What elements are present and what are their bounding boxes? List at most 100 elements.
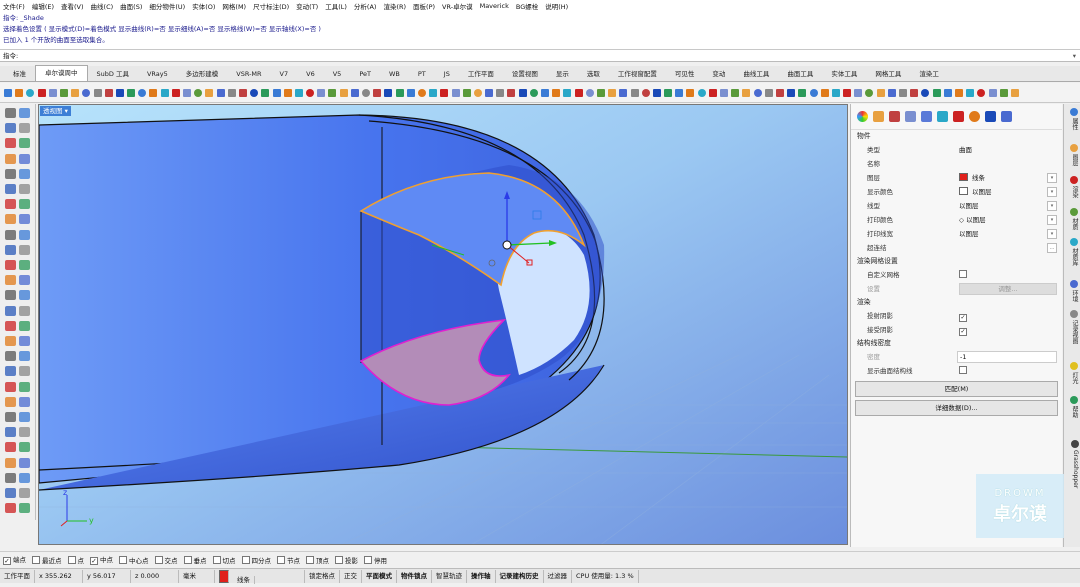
tool-icon[interactable] — [19, 427, 30, 438]
menu-item[interactable]: Maverick — [480, 2, 509, 10]
toolbar-tool-icon[interactable] — [48, 88, 57, 97]
menu-item[interactable]: 变动(T) — [296, 1, 318, 11]
tool-icon[interactable] — [19, 472, 30, 483]
toolbar-tab[interactable]: 实体工具 — [822, 67, 866, 81]
osnap-option[interactable]: 切点 — [212, 555, 236, 565]
status-smarttrack[interactable]: 智慧轨迹 — [432, 569, 467, 583]
tool-icon[interactable] — [19, 457, 30, 468]
osnap-checkbox[interactable] — [212, 555, 221, 564]
toolbar-tool-icon[interactable] — [93, 88, 102, 97]
menu-item[interactable]: 文件(F) — [3, 1, 25, 11]
toolbar-tool-icon[interactable] — [138, 88, 147, 97]
tool-icon[interactable] — [5, 351, 16, 362]
toolbar-tool-icon[interactable] — [708, 88, 717, 97]
tool-icon[interactable] — [19, 214, 30, 225]
tool-icon[interactable] — [19, 412, 30, 422]
toolbar-tool-icon[interactable] — [764, 88, 773, 97]
toolbar-tool-icon[interactable] — [775, 88, 784, 97]
osnap-checkbox[interactable] — [277, 555, 285, 564]
side-tab[interactable]: 灯光 — [1066, 362, 1079, 384]
toolbar-tool-icon[interactable] — [507, 88, 516, 97]
tool-icon[interactable] — [19, 244, 30, 255]
receive-shadow-checkbox[interactable]: ✓ — [959, 323, 967, 337]
status-layer[interactable]: 线条 — [215, 569, 305, 584]
tool-icon[interactable] — [5, 381, 16, 392]
toolbar-tab[interactable]: WB — [380, 67, 409, 81]
toolbar-tool-icon[interactable] — [518, 88, 527, 97]
toolbar-tool-icon[interactable] — [183, 88, 191, 97]
viewport-canvas[interactable]: z y — [39, 105, 848, 545]
status-ortho[interactable]: 正交 — [340, 569, 362, 583]
tool-icon[interactable] — [19, 138, 30, 149]
menu-item[interactable]: 编辑(E) — [32, 1, 54, 11]
toolbar-tool-icon[interactable] — [339, 88, 348, 97]
osnap-checkbox[interactable] — [183, 555, 192, 564]
toolbar-tool-icon[interactable] — [664, 88, 673, 97]
tool-icon[interactable] — [19, 305, 30, 316]
toolbar-tool-icon[interactable] — [160, 88, 169, 97]
toolbar-tab[interactable]: 曲线工具 — [734, 67, 778, 81]
toolbar-tool-icon[interactable] — [652, 88, 661, 97]
toolbar-tool-icon[interactable] — [731, 88, 740, 97]
property-value[interactable]: 以图层 — [959, 227, 979, 241]
tool-icon[interactable] — [5, 260, 16, 270]
tool-icon[interactable] — [19, 442, 30, 453]
toolbar-tool-icon[interactable] — [250, 88, 259, 97]
toolbar-tool-icon[interactable] — [999, 88, 1008, 97]
toolbar-tab[interactable]: JS — [435, 67, 459, 81]
edge-soften-icon[interactable] — [953, 111, 964, 122]
toolbar-tab[interactable]: 设置视图 — [503, 67, 547, 81]
chevron-down-icon[interactable]: ▾ — [1047, 187, 1057, 197]
side-tab[interactable]: Grasshopper — [1066, 440, 1079, 488]
osnap-checkbox[interactable] — [241, 555, 250, 564]
osnap-checkbox[interactable] — [119, 555, 127, 564]
osnap-option[interactable]: 投影 — [335, 555, 358, 565]
chevron-down-icon[interactable]: ▾ — [1047, 201, 1057, 211]
osnap-option[interactable]: 节点 — [277, 555, 300, 565]
osnap-checkbox[interactable] — [67, 555, 76, 564]
toolbar-tool-icon[interactable] — [720, 88, 728, 97]
osnap-option[interactable]: ✓ 端点 — [3, 554, 26, 565]
osnap-checkbox[interactable] — [32, 555, 40, 564]
toolbar-tool-icon[interactable] — [429, 88, 438, 97]
tool-icon[interactable] — [5, 472, 16, 483]
toolbar-tool-icon[interactable] — [306, 88, 315, 97]
toolbar-tab[interactable]: 可见性 — [666, 67, 704, 81]
toolbar-tool-icon[interactable] — [104, 88, 113, 97]
vray-icon[interactable] — [1001, 111, 1012, 122]
tool-icon[interactable] — [19, 123, 30, 134]
osnap-option[interactable]: 交点 — [154, 555, 178, 565]
osnap-checkbox[interactable] — [335, 555, 343, 564]
decal-icon[interactable] — [889, 111, 900, 122]
status-filter[interactable]: 过滤器 — [544, 569, 572, 583]
tool-icon[interactable] — [5, 412, 16, 422]
osnap-checkbox[interactable] — [154, 555, 163, 564]
density-input[interactable]: -1 — [957, 351, 1057, 363]
details-button[interactable]: 详细数据(D)... — [855, 400, 1058, 416]
side-tab[interactable]: 渲染 — [1066, 176, 1079, 198]
toolbar-tool-icon[interactable] — [384, 88, 393, 97]
toolbar-tool-icon[interactable] — [630, 88, 639, 97]
toolbar-tool-icon[interactable] — [294, 88, 303, 97]
toolbar-tool-icon[interactable] — [988, 88, 997, 97]
viewport-title[interactable]: 透视图 ▾ — [40, 106, 71, 116]
tool-icon[interactable] — [5, 275, 16, 286]
tool-icon[interactable] — [5, 244, 16, 255]
status-grid-snap[interactable]: 锁定格点 — [305, 569, 340, 583]
osnap-checkbox[interactable]: ✓ — [3, 557, 11, 565]
tool-icon[interactable] — [19, 336, 30, 346]
toolbar-tab[interactable]: 显示 — [547, 67, 578, 81]
toolbar-tool-icon[interactable] — [1010, 88, 1019, 97]
status-osnap[interactable]: 物件锁点 — [397, 569, 432, 583]
tool-icon[interactable] — [5, 320, 16, 331]
toolbar-tool-icon[interactable] — [451, 88, 460, 97]
toolbar-tool-icon[interactable] — [753, 88, 762, 97]
custom-mesh-checkbox[interactable] — [959, 268, 967, 282]
tool-icon[interactable] — [5, 184, 16, 194]
toolbar-tool-icon[interactable] — [742, 88, 751, 97]
menu-item[interactable]: 尺寸标注(D) — [253, 1, 289, 11]
menu-item[interactable]: 曲面(S) — [120, 1, 142, 11]
tool-icon[interactable] — [5, 442, 16, 453]
tool-icon[interactable] — [5, 123, 16, 134]
toolbar-tool-icon[interactable] — [261, 88, 270, 97]
